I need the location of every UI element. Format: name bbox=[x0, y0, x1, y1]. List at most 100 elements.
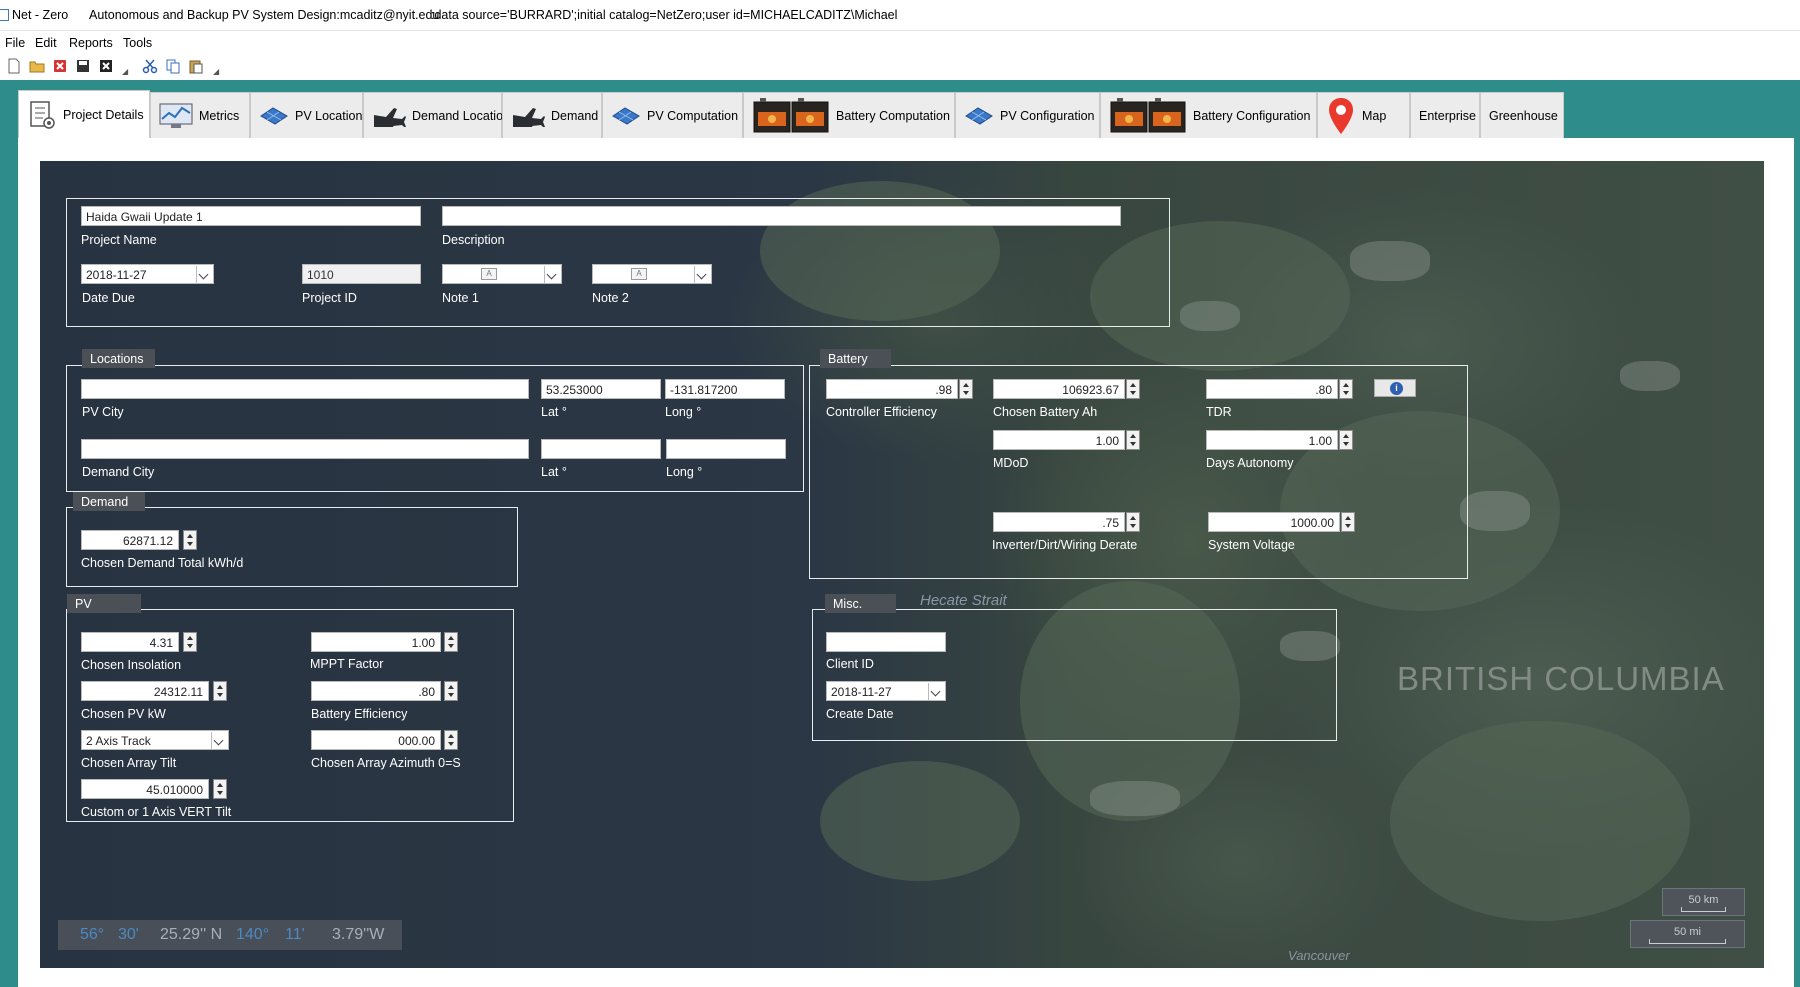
pv-kw-spinner[interactable] bbox=[213, 681, 227, 701]
tab-demand-location[interactable]: Demand Location bbox=[363, 92, 510, 138]
controller-eff-spinner[interactable] bbox=[959, 379, 973, 399]
tab-map[interactable]: Map bbox=[1317, 92, 1410, 138]
tdr-input[interactable]: .80 bbox=[1206, 379, 1338, 399]
info-icon: i bbox=[1390, 382, 1403, 395]
demand-city-input[interactable] bbox=[81, 439, 529, 459]
menu-file[interactable]: File bbox=[5, 36, 25, 50]
pv-city-input[interactable] bbox=[81, 379, 529, 399]
vert-tilt-input[interactable]: 45.010000 bbox=[81, 779, 209, 799]
tab-label: Enterprise bbox=[1419, 108, 1476, 123]
tab-enterprise[interactable]: Enterprise bbox=[1410, 92, 1480, 138]
system-voltage-input[interactable]: 1000.00 bbox=[1208, 512, 1340, 532]
insolation-input[interactable]: 4.31 bbox=[81, 632, 179, 652]
days-autonomy-input[interactable]: 1.00 bbox=[1206, 430, 1338, 450]
tab-pv-computation[interactable]: PV Computation bbox=[602, 92, 743, 138]
menu-reports[interactable]: Reports bbox=[69, 36, 113, 50]
mppt-spinner[interactable] bbox=[444, 632, 458, 652]
battery-title: Battery bbox=[820, 349, 891, 368]
system-voltage-spinner[interactable] bbox=[1341, 512, 1355, 532]
mdod-input[interactable]: 1.00 bbox=[993, 430, 1125, 450]
lat-degrees: 56° bbox=[80, 926, 105, 943]
insolation-spinner[interactable] bbox=[183, 632, 197, 652]
description-input[interactable] bbox=[442, 206, 1121, 226]
tdr-spinner[interactable] bbox=[1339, 379, 1353, 399]
note1-select[interactable]: A bbox=[442, 264, 562, 284]
tab-battery-configuration[interactable]: Battery Configuration bbox=[1100, 92, 1317, 138]
tab-label: Greenhouse bbox=[1489, 108, 1558, 123]
days-autonomy-spinner[interactable] bbox=[1339, 430, 1353, 450]
app-icon bbox=[0, 9, 9, 21]
battery-eff-spinner[interactable] bbox=[444, 681, 458, 701]
tab-greenhouse[interactable]: Greenhouse bbox=[1480, 92, 1564, 138]
mdod-spinner[interactable] bbox=[1126, 430, 1140, 450]
demand-total-input[interactable]: 62871.12 bbox=[81, 530, 179, 550]
pv-long-label: Long ° bbox=[665, 405, 702, 419]
derate-spinner[interactable] bbox=[1126, 512, 1140, 532]
mppt-input[interactable]: 1.00 bbox=[311, 632, 441, 652]
chevron-down-icon[interactable] bbox=[211, 732, 227, 749]
demand-long-input[interactable] bbox=[666, 439, 786, 459]
menu-edit[interactable]: Edit bbox=[35, 36, 57, 50]
close-icon[interactable] bbox=[98, 58, 114, 74]
delete-icon[interactable] bbox=[52, 58, 68, 74]
aircraft-icon bbox=[374, 107, 406, 127]
menu-tools[interactable]: Tools bbox=[123, 36, 152, 50]
battery-ah-input[interactable]: 106923.67 bbox=[993, 379, 1125, 399]
tab-pv-location[interactable]: PV Location bbox=[250, 92, 363, 138]
project-name-input[interactable]: Haida Gwaii Update 1 bbox=[81, 206, 421, 226]
lon-degrees: 140° bbox=[236, 926, 270, 943]
controller-eff-label: Controller Efficiency bbox=[826, 405, 937, 419]
note2-label: Note 2 bbox=[592, 291, 629, 305]
new-icon[interactable] bbox=[6, 58, 22, 74]
copy-icon[interactable] bbox=[165, 58, 181, 74]
azimuth-input[interactable]: 000.00 bbox=[311, 730, 441, 750]
title-bar: Net - Zero Autonomous and Backup PV Syst… bbox=[0, 0, 1800, 31]
date-due-value: 2018-11-27 bbox=[86, 268, 147, 282]
pv-kw-input[interactable]: 24312.11 bbox=[81, 681, 209, 701]
tab-label: Battery Configuration bbox=[1193, 108, 1311, 123]
derate-input[interactable]: .75 bbox=[993, 512, 1125, 532]
tab-label: Project Details bbox=[63, 107, 144, 122]
open-folder-icon[interactable] bbox=[29, 58, 45, 74]
project-name-label: Project Name bbox=[81, 233, 157, 247]
tab-project-details[interactable]: Project Details bbox=[18, 90, 150, 138]
misc-title: Misc. bbox=[825, 594, 896, 613]
battery-eff-input[interactable]: .80 bbox=[311, 681, 441, 701]
vert-tilt-spinner[interactable] bbox=[213, 779, 227, 799]
tab-battery-computation[interactable]: Battery Computation bbox=[743, 92, 955, 138]
create-date-picker[interactable]: 2018-11-27 bbox=[826, 681, 946, 701]
demand-lat-input[interactable] bbox=[541, 439, 661, 459]
pv-long-input[interactable]: -131.817200 bbox=[665, 379, 785, 399]
project-id-field[interactable]: 1010 bbox=[302, 264, 421, 284]
battery-ah-spinner[interactable] bbox=[1126, 379, 1140, 399]
tab-label: Metrics bbox=[199, 108, 240, 123]
chevron-down-icon[interactable] bbox=[544, 266, 560, 283]
paste-icon[interactable] bbox=[188, 58, 204, 74]
azimuth-spinner[interactable] bbox=[444, 730, 458, 750]
create-date-value: 2018-11-27 bbox=[831, 685, 892, 699]
tab-pv-configuration[interactable]: PV Configuration bbox=[955, 92, 1100, 138]
array-tilt-label: Chosen Array Tilt bbox=[81, 756, 177, 770]
map-pin-icon bbox=[1329, 97, 1353, 134]
chevron-down-icon[interactable] bbox=[928, 683, 944, 700]
azimuth-label: Chosen Array Azimuth 0=S bbox=[311, 756, 461, 770]
client-id-input[interactable] bbox=[826, 632, 946, 652]
tab-demand[interactable]: Demand bbox=[502, 92, 602, 138]
cut-icon[interactable] bbox=[142, 58, 158, 74]
chevron-down-icon[interactable] bbox=[694, 266, 710, 283]
tab-metrics[interactable]: Metrics bbox=[150, 92, 250, 138]
demand-total-spinner[interactable] bbox=[183, 530, 197, 550]
derate-label: Inverter/Dirt/Wiring Derate bbox=[992, 538, 1138, 552]
solar-panel-icon bbox=[965, 106, 993, 125]
note2-select[interactable]: A bbox=[592, 264, 712, 284]
info-button[interactable]: i bbox=[1374, 379, 1416, 397]
pv-lat-input[interactable]: 53.253000 bbox=[541, 379, 661, 399]
array-tilt-select[interactable]: 2 Axis Track bbox=[81, 730, 229, 750]
project-id-label: Project ID bbox=[302, 291, 357, 305]
controller-eff-input[interactable]: .98 bbox=[826, 379, 958, 399]
save-icon[interactable] bbox=[75, 58, 91, 74]
chevron-down-icon[interactable] bbox=[196, 266, 212, 283]
array-tilt-value: 2 Axis Track bbox=[86, 734, 151, 748]
date-due-picker[interactable]: 2018-11-27 bbox=[81, 264, 214, 284]
app-title: Net - Zero bbox=[12, 8, 69, 22]
